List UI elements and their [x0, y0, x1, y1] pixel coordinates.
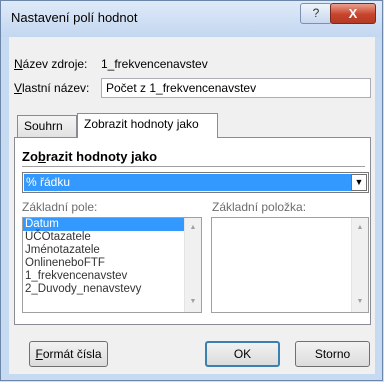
- section-divider: [22, 166, 365, 167]
- show-values-as-select[interactable]: % řádku ▼: [22, 172, 369, 193]
- tab-summary[interactable]: Souhrn: [17, 115, 77, 137]
- custom-name-input[interactable]: Počet z 1_frekvencenavstev: [101, 78, 371, 98]
- show-values-as-selected: % řádku: [24, 174, 353, 191]
- base-field-list[interactable]: Datum UČOtazatele Jménotazatele Onlinene…: [22, 217, 202, 313]
- base-field-scrollbar[interactable]: ▲ ▼: [184, 218, 201, 312]
- base-item-list[interactable]: ▲ ▼: [211, 217, 369, 313]
- list-item[interactable]: 2_Duvody_nenavstevy: [23, 283, 201, 296]
- help-icon: ?: [312, 6, 320, 20]
- scroll-up-icon[interactable]: ▲: [352, 220, 368, 236]
- base-item-scrollbar[interactable]: ▲ ▼: [351, 218, 368, 312]
- dialog-title: Nastavení polí hodnot: [11, 10, 138, 25]
- close-icon: X: [348, 6, 358, 21]
- scroll-down-icon[interactable]: ▼: [352, 294, 368, 310]
- list-item[interactable]: 1_frekvencenavstev: [23, 270, 201, 283]
- tab-show-values-as[interactable]: Zobrazit hodnoty jako: [77, 113, 218, 138]
- scroll-up-icon[interactable]: ▲: [185, 220, 201, 236]
- custom-name-label: Vlastní název:: [14, 81, 90, 95]
- title-bar[interactable]: Nastavení polí hodnot ? X: [1, 1, 382, 37]
- dropdown-arrow-icon[interactable]: ▼: [351, 174, 367, 191]
- section-title: Zobrazit hodnoty jako: [22, 149, 158, 164]
- ok-button[interactable]: OK: [205, 341, 280, 367]
- source-name-label: Název zdroje:: [14, 57, 88, 71]
- close-button[interactable]: X: [330, 3, 376, 24]
- number-format-button[interactable]: Formát čísla: [29, 341, 108, 367]
- help-button[interactable]: ?: [300, 3, 332, 24]
- list-item[interactable]: Datum: [23, 218, 201, 231]
- base-item-label: Základní položka:: [212, 200, 307, 214]
- list-item[interactable]: Jménotazatele: [23, 244, 201, 257]
- base-field-label: Základní pole:: [22, 200, 98, 214]
- scroll-down-icon[interactable]: ▼: [185, 294, 201, 310]
- cancel-button[interactable]: Storno: [295, 341, 370, 367]
- list-item[interactable]: OnlineneboFTF: [23, 257, 201, 270]
- list-item[interactable]: UČOtazatele: [23, 231, 201, 244]
- source-name-value: 1_frekvencenavstev: [101, 57, 208, 71]
